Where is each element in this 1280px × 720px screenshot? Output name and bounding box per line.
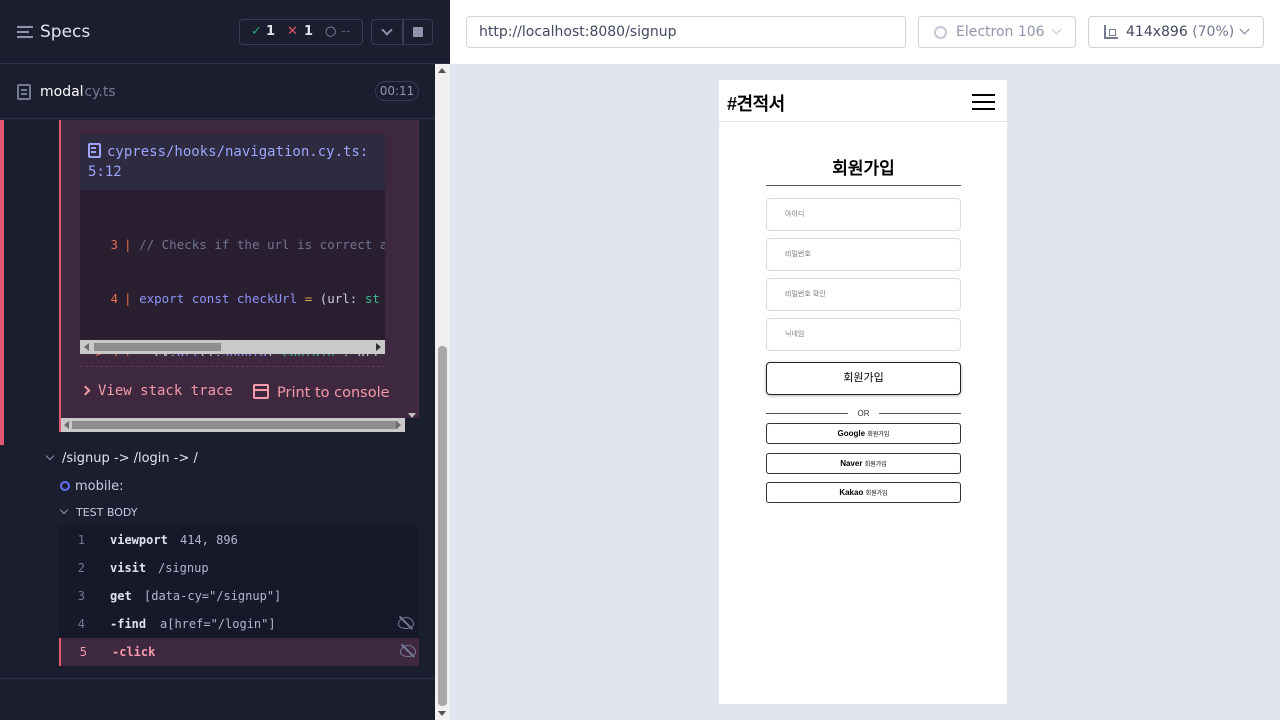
password-field[interactable]: 비밀번호 bbox=[766, 238, 961, 271]
reporter-header: Specs ✓ 1 ✕ 1 ○ -- bbox=[0, 0, 450, 64]
google-signup-button[interactable]: Google 회원가입 bbox=[766, 423, 961, 444]
test-stats: ✓ 1 ✕ 1 ○ -- bbox=[239, 19, 363, 45]
logo[interactable]: #견적서 bbox=[727, 90, 785, 116]
document-icon bbox=[17, 84, 31, 100]
id-field[interactable]: 아이디 bbox=[766, 198, 961, 231]
error-scroll-down[interactable] bbox=[404, 120, 419, 420]
chevron-down-icon bbox=[1051, 24, 1062, 35]
ruler-icon bbox=[1104, 25, 1118, 39]
command-row[interactable]: 1 viewport 414, 896 bbox=[59, 526, 419, 554]
stop-button[interactable] bbox=[403, 19, 433, 45]
nickname-field[interactable]: 닉네임 bbox=[766, 318, 961, 351]
code-frame-location: 5:12 bbox=[88, 164, 122, 180]
failed-test-indicator bbox=[0, 120, 4, 445]
command-row[interactable]: 3 get [data-cy="/signup"] bbox=[59, 582, 419, 610]
kakao-signup-button[interactable]: Kakao 회원가입 bbox=[766, 482, 961, 503]
view-stack-trace-button[interactable]: View stack trace bbox=[80, 383, 233, 399]
code-frame: cypress/hooks/navigation.cy.ts: 5:12 3 | /… bbox=[80, 134, 385, 356]
test-body-header[interactable]: TEST BODY bbox=[59, 505, 137, 519]
chevron-down-icon bbox=[59, 505, 69, 515]
command-list: 1 viewport 414, 896 2 visit/signup 3 get [dat… bbox=[59, 526, 419, 666]
code-frame-body: 3 | // Checks if the url is correct a 4 | … bbox=[80, 200, 385, 356]
pending-count: -- bbox=[341, 24, 351, 39]
page-title: 회원가입 bbox=[832, 159, 895, 178]
spec-file-ext: .cy.ts bbox=[80, 84, 116, 100]
browser-icon bbox=[934, 26, 947, 39]
eye-slash-icon[interactable] bbox=[398, 617, 414, 629]
code-frame-path: cypress/hooks/navigation.cy.ts: bbox=[107, 144, 369, 160]
or-divider: OR bbox=[766, 408, 961, 420]
print-to-console-button[interactable]: Print to console bbox=[253, 384, 390, 401]
command-row-failed[interactable]: 5 -click bbox=[59, 638, 419, 666]
passed-count: 1 bbox=[266, 24, 276, 39]
app-under-test: #견적서 회원가입 아이디 비밀번호 비밀번호 확인 닉네임 회원가입 OR G… bbox=[719, 80, 1007, 704]
spec-file-name[interactable]: modal bbox=[40, 84, 84, 100]
terminal-icon bbox=[253, 384, 269, 399]
code-frame-file-link[interactable]: cypress/hooks/navigation.cy.ts: 5:12 bbox=[80, 134, 385, 190]
hamburger-icon[interactable] bbox=[972, 94, 995, 110]
aut-header: http://localhost:8080/signup Electron 10… bbox=[450, 0, 1280, 64]
error-horizontal-scrollbar[interactable] bbox=[61, 418, 419, 432]
suite-title[interactable]: /signup -> /login -> / bbox=[45, 451, 198, 466]
reporter-scrollbar[interactable] bbox=[435, 64, 450, 720]
code-line: 4 | export const checkUrl = (url: st bbox=[110, 291, 380, 306]
url-bar[interactable]: http://localhost:8080/signup bbox=[466, 16, 906, 48]
command-row[interactable]: 2 visit/signup bbox=[59, 554, 419, 582]
command-row[interactable]: 4 -find a[href="/login"] bbox=[59, 610, 419, 638]
chevron-down-icon bbox=[381, 24, 393, 36]
collapse-all-button[interactable] bbox=[371, 19, 403, 45]
eye-slash-icon[interactable] bbox=[400, 645, 416, 657]
app-header: #견적서 bbox=[719, 80, 1007, 122]
password-confirm-field[interactable]: 비밀번호 확인 bbox=[766, 278, 961, 311]
spec-file-header: modal .cy.ts 00:11 bbox=[0, 65, 435, 119]
command-log-panel: Specs ✓ 1 ✕ 1 ○ -- modal .cy.ts 00:11 cy… bbox=[0, 0, 450, 720]
test-title[interactable]: mobile: bbox=[60, 479, 123, 494]
divider bbox=[80, 366, 385, 367]
naver-signup-button[interactable]: Naver 회원가입 bbox=[766, 453, 961, 474]
specs-title[interactable]: Specs bbox=[40, 22, 90, 42]
run-duration: 00:11 bbox=[375, 81, 419, 101]
pending-icon: ○ bbox=[325, 24, 337, 39]
divider bbox=[0, 678, 435, 679]
signup-button[interactable]: 회원가입 bbox=[766, 362, 961, 395]
x-icon: ✕ bbox=[287, 24, 298, 39]
browser-selector[interactable]: Electron 106 bbox=[918, 16, 1076, 48]
check-icon: ✓ bbox=[251, 24, 262, 39]
document-icon bbox=[88, 143, 101, 158]
error-region: cypress/hooks/navigation.cy.ts: 5:12 3 | /… bbox=[0, 120, 435, 445]
chevron-right-icon bbox=[80, 385, 91, 396]
arrow-down-icon bbox=[438, 711, 446, 716]
specs-list-icon[interactable] bbox=[17, 26, 33, 38]
running-icon bbox=[60, 481, 70, 491]
code-frame-scrollbar[interactable] bbox=[80, 340, 385, 354]
stop-icon bbox=[413, 27, 423, 37]
aut-panel: http://localhost:8080/signup Electron 10… bbox=[450, 0, 1280, 720]
chevron-down-icon bbox=[1239, 24, 1250, 35]
chevron-down-icon bbox=[45, 451, 55, 461]
code-line: 3 | // Checks if the url is correct a bbox=[110, 237, 385, 252]
divider bbox=[766, 185, 961, 186]
arrow-up-icon bbox=[438, 68, 446, 73]
viewport-selector[interactable]: 414x896 (70%) bbox=[1088, 16, 1264, 48]
failed-count: 1 bbox=[304, 24, 314, 39]
